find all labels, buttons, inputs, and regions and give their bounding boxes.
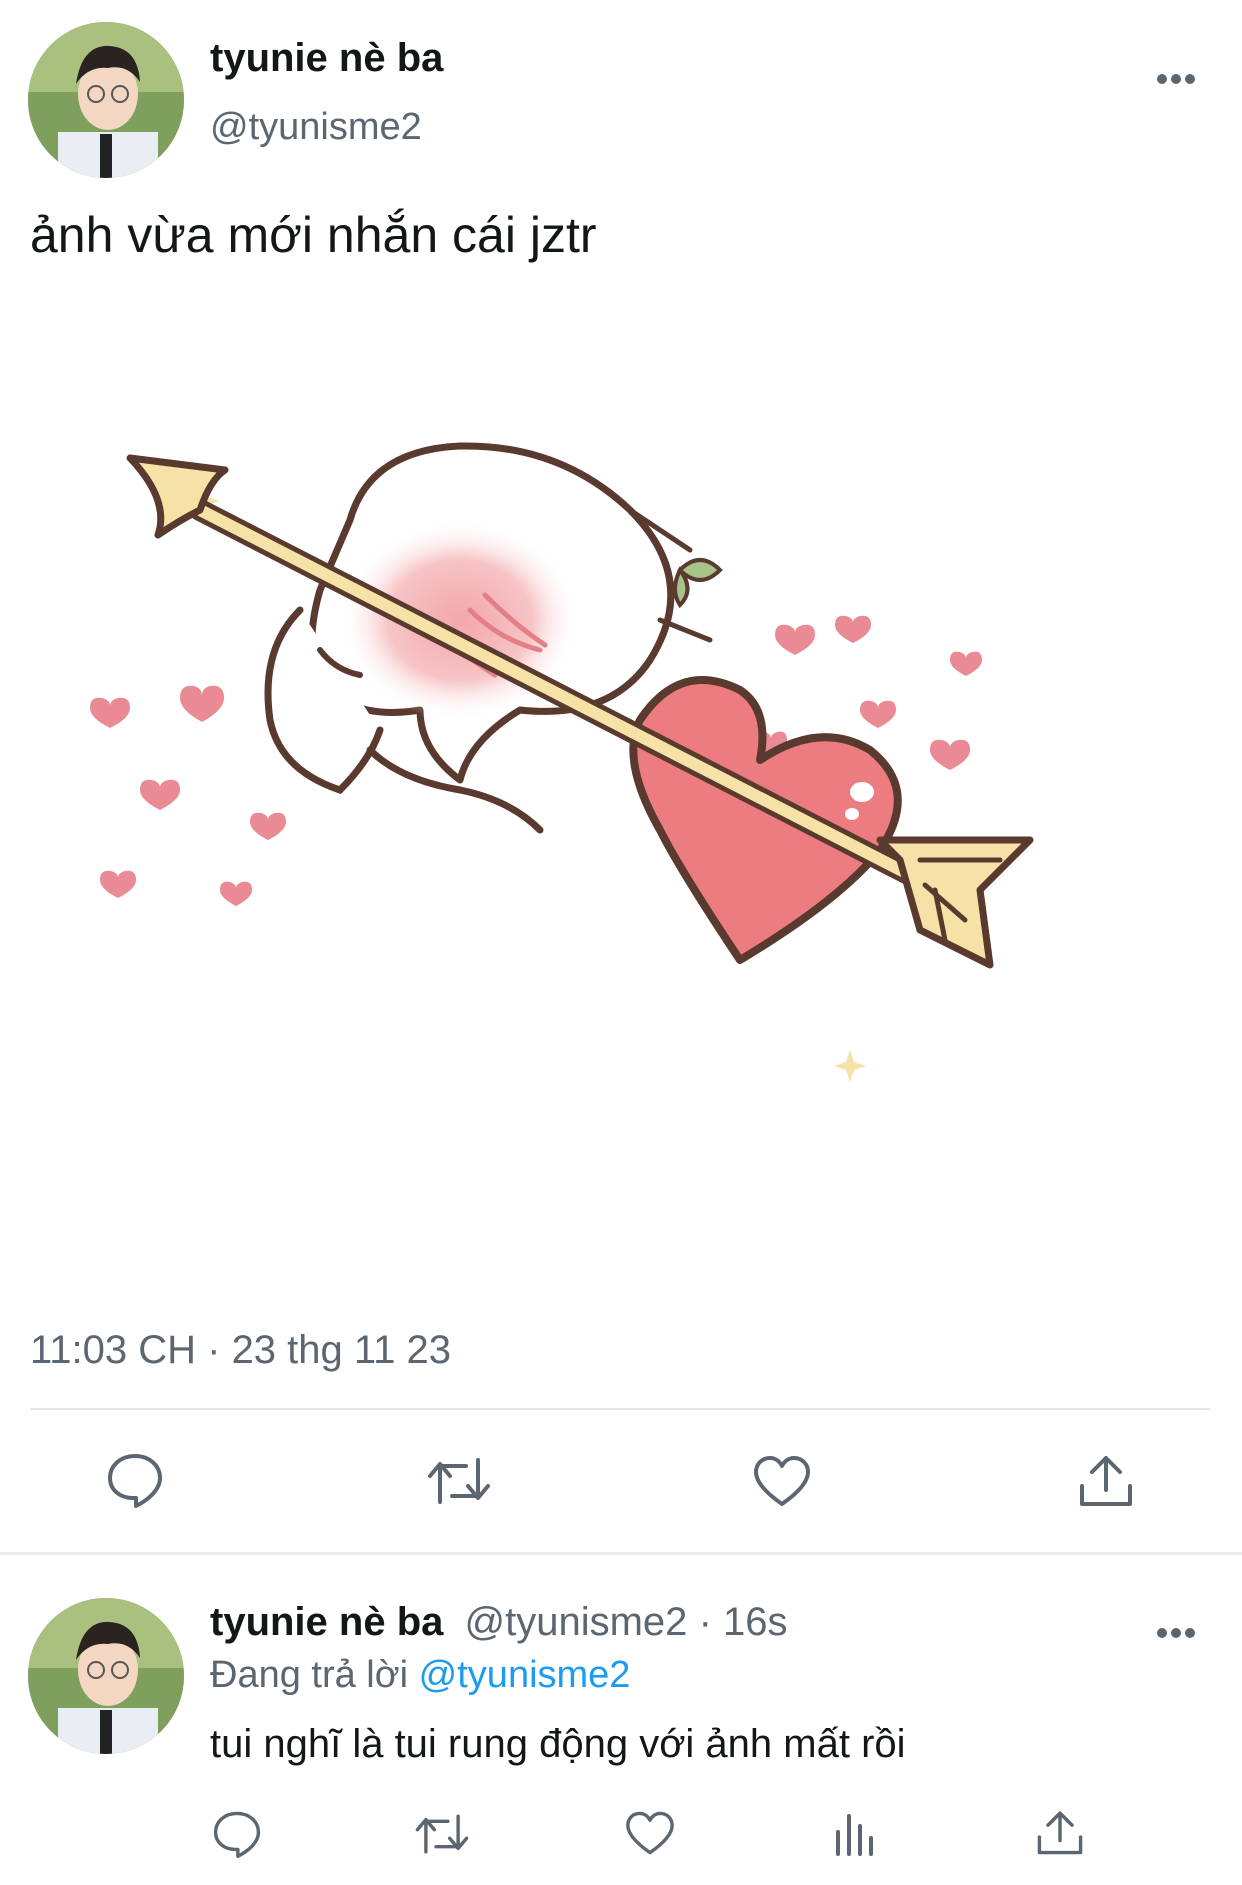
display-name[interactable]: tyunie nè ba (210, 36, 443, 81)
tweet-text: ảnh vừa mới nhắn cái jztr (30, 207, 597, 263)
user-handle[interactable]: @tyunisme2 (210, 106, 422, 149)
reply-icon[interactable] (106, 1452, 164, 1508)
section-divider (0, 1552, 1242, 1555)
reply-time[interactable]: 16s (723, 1600, 788, 1644)
reply-avatar[interactable] (28, 1598, 184, 1754)
reply-display-name[interactable]: tyunie nè ba (210, 1600, 443, 1644)
like-icon[interactable] (752, 1454, 812, 1508)
reply-retweet-icon[interactable] (414, 1812, 470, 1856)
retweet-icon[interactable] (426, 1456, 492, 1506)
reply-ellipsis-icon[interactable] (1156, 1616, 1196, 1639)
reply-handle[interactable]: @tyunisme2 (465, 1600, 688, 1644)
ellipsis-icon[interactable] (1156, 62, 1196, 85)
replying-prefix: Đang trả lời (210, 1654, 409, 1696)
analytics-icon[interactable] (834, 1810, 878, 1858)
tweet-image[interactable] (40, 420, 1080, 1160)
reply-share-icon[interactable] (1036, 1808, 1084, 1856)
reply-header: tyunie nè ba @tyunisme2 · 16s (210, 1600, 788, 1645)
replying-handle-link[interactable]: @tyunisme2 (419, 1654, 631, 1696)
reply-separator: · (698, 1600, 712, 1644)
reply-like-icon[interactable] (624, 1810, 676, 1856)
share-icon[interactable] (1078, 1452, 1134, 1508)
replying-to: Đang trả lời @tyunisme2 (210, 1654, 630, 1697)
timestamp[interactable]: 11:03 CH · 23 thg 11 23 (30, 1328, 451, 1373)
reply-reply-icon[interactable] (212, 1810, 262, 1858)
divider (30, 1408, 1210, 1410)
avatar[interactable] (28, 22, 184, 178)
reply-text: tui nghĩ là tui rung động với ảnh mất rồ… (210, 1722, 906, 1766)
